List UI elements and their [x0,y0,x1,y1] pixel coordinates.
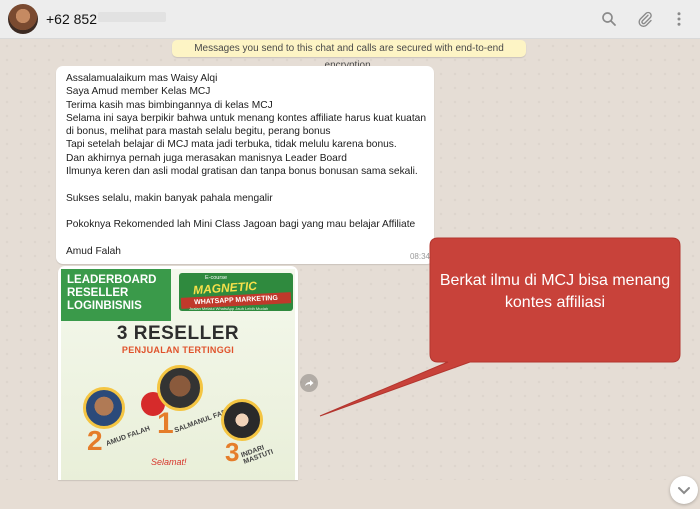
callout-shape [319,237,681,417]
scroll-down-button[interactable] [670,476,698,504]
callout-text: Berkat ilmu di MCJ bisa menang kontes af… [439,272,671,311]
chevron-down-icon [678,487,690,495]
